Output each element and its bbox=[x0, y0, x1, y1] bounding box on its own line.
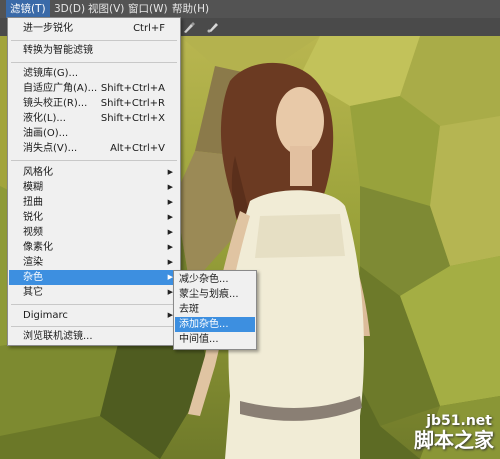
triangle-right-icon: ▶ bbox=[167, 213, 173, 221]
menu-item-pixelate[interactable]: 像素化 ▶ bbox=[9, 240, 179, 255]
menu-bar: 滤镜(T) 3D(D) 视图(V) 窗口(W) 帮助(H) bbox=[0, 0, 500, 18]
menu-view[interactable]: 视图(V) bbox=[84, 0, 128, 18]
menu-filter[interactable]: 滤镜(T) bbox=[6, 0, 50, 18]
filter-menu: 进一步锐化 Ctrl+F 转换为智能滤镜 滤镜库(G)... 自适应广角(A).… bbox=[7, 17, 181, 346]
menu-item-filter-gallery[interactable]: 滤镜库(G)... bbox=[9, 66, 179, 81]
menu-separator bbox=[11, 40, 177, 41]
triangle-right-icon: ▶ bbox=[167, 168, 173, 176]
triangle-right-icon: ▶ bbox=[167, 183, 173, 191]
menu-separator bbox=[11, 326, 177, 327]
watermark-name: 脚本之家 bbox=[414, 428, 494, 452]
menu-item-browse-online-filters[interactable]: 浏览联机滤镜... bbox=[9, 329, 179, 344]
menu-item-adaptive-wide-angle[interactable]: 自适应广角(A)... Shift+Ctrl+A bbox=[9, 81, 179, 96]
brush-icon[interactable] bbox=[182, 20, 196, 34]
submenu-item-dust-scratches[interactable]: 蒙尘与划痕... bbox=[175, 287, 255, 302]
menu-item-other[interactable]: 其它 ▶ bbox=[9, 285, 179, 300]
menu-item-blur[interactable]: 模糊 ▶ bbox=[9, 180, 179, 195]
triangle-right-icon: ▶ bbox=[167, 198, 173, 206]
menu-item-distort[interactable]: 扭曲 ▶ bbox=[9, 195, 179, 210]
menu-separator bbox=[11, 304, 177, 305]
triangle-right-icon: ▶ bbox=[167, 258, 173, 266]
menu-item-sharpen-more[interactable]: 进一步锐化 Ctrl+F bbox=[9, 21, 179, 36]
menu-item-stylize[interactable]: 风格化 ▶ bbox=[9, 165, 179, 180]
menu-help[interactable]: 帮助(H) bbox=[168, 0, 213, 18]
menu-item-digimarc[interactable]: Digimarc ▶ bbox=[9, 308, 179, 323]
menu-item-sharpen[interactable]: 锐化 ▶ bbox=[9, 210, 179, 225]
noise-submenu: 减少杂色... 蒙尘与划痕... 去斑 添加杂色... 中间值... bbox=[173, 270, 257, 350]
menu-item-noise[interactable]: 杂色 ▶ bbox=[9, 270, 179, 285]
menu-item-render[interactable]: 渲染 ▶ bbox=[9, 255, 179, 270]
menu-item-liquify[interactable]: 液化(L)... Shift+Ctrl+X bbox=[9, 111, 179, 126]
menu-separator bbox=[11, 62, 177, 63]
pen-icon[interactable] bbox=[206, 20, 220, 34]
triangle-right-icon: ▶ bbox=[167, 228, 173, 236]
triangle-right-icon: ▶ bbox=[167, 243, 173, 251]
submenu-item-despeckle[interactable]: 去斑 bbox=[175, 302, 255, 317]
menu-window[interactable]: 窗口(W) bbox=[124, 0, 172, 18]
watermark: jb51.net 脚本之家 bbox=[400, 403, 498, 457]
menu-item-vanishing-point[interactable]: 消失点(V)... Alt+Ctrl+V bbox=[9, 141, 179, 156]
submenu-item-reduce-noise[interactable]: 减少杂色... bbox=[175, 272, 255, 287]
submenu-item-add-noise[interactable]: 添加杂色... bbox=[175, 317, 255, 332]
menu-item-lens-correction[interactable]: 镜头校正(R)... Shift+Ctrl+R bbox=[9, 96, 179, 111]
menu-item-video[interactable]: 视频 ▶ bbox=[9, 225, 179, 240]
submenu-item-median[interactable]: 中间值... bbox=[175, 332, 255, 347]
menu-item-oil-paint[interactable]: 油画(O)... bbox=[9, 126, 179, 141]
menu-item-convert-smart-filter[interactable]: 转换为智能滤镜 bbox=[9, 43, 179, 58]
menu-separator bbox=[11, 160, 177, 161]
